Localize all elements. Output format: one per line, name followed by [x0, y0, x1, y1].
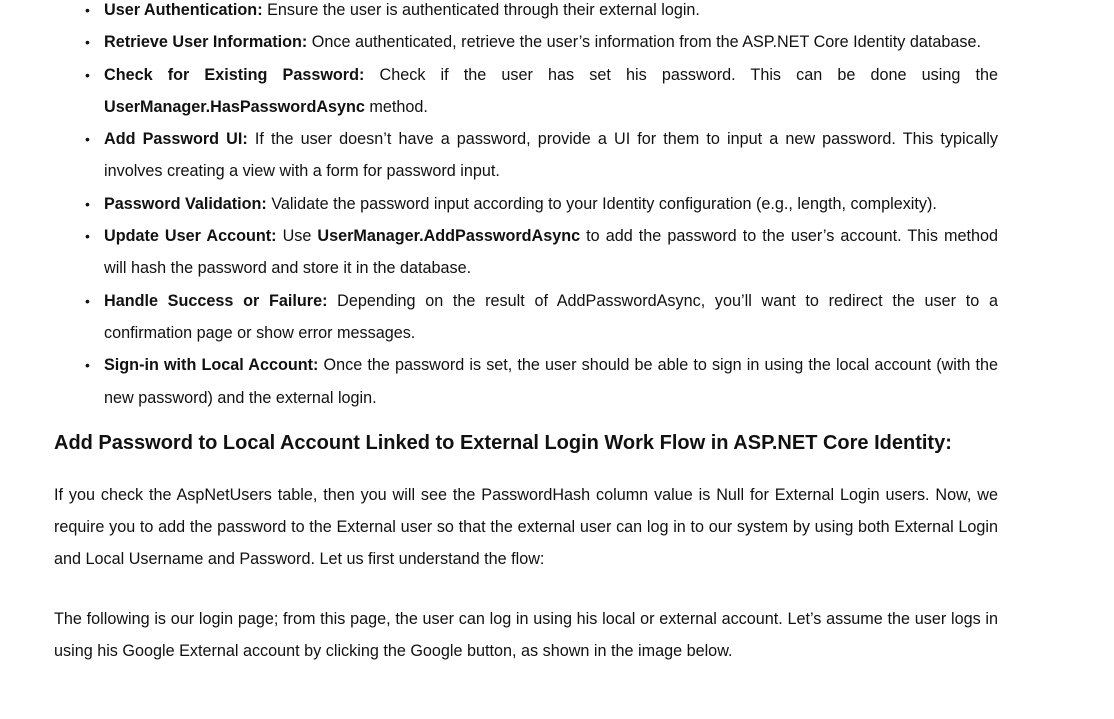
step-title: Add Password UI: — [104, 130, 248, 149]
list-item: • Handle Success or Failure: Depending o… — [54, 285, 998, 350]
list-item: • Check for Existing Password: Check if … — [54, 59, 998, 124]
step-title: Sign-in with Local Account: — [104, 356, 319, 375]
list-item: • User Authentication: Ensure the user i… — [54, 0, 998, 26]
method-name: UserManager.HasPasswordAsync — [104, 97, 365, 116]
paragraph-login-page: The following is our login page; from th… — [54, 609, 998, 661]
paragraph-aspnetusers: If you check the AspNetUsers table, then… — [54, 485, 998, 569]
step-text: Once authenticated, retrieve the user’s … — [307, 33, 981, 52]
bullet-icon: • — [85, 66, 90, 83]
article-content: • User Authentication: Ensure the user i… — [54, 0, 998, 667]
bullet-icon: • — [85, 195, 90, 212]
section-heading: Add Password to Local Account Linked to … — [54, 431, 952, 454]
step-title: Retrieve User Information: — [104, 33, 308, 52]
list-item: • Retrieve User Information: Once authen… — [54, 26, 998, 58]
list-item: • Sign-in with Local Account: Once the p… — [54, 349, 998, 414]
bullet-icon: • — [85, 357, 90, 374]
bullet-icon: • — [85, 2, 90, 18]
workflow-steps-list: • User Authentication: Ensure the user i… — [54, 0, 998, 414]
step-text: Ensure the user is authenticated through… — [262, 1, 700, 19]
step-text: Use — [276, 227, 318, 246]
list-item: • Add Password UI: If the user doesn’t h… — [54, 123, 998, 188]
step-text: Validate the password input according to… — [266, 194, 937, 213]
bullet-icon: • — [85, 131, 90, 148]
list-item: • Password Validation: Validate the pass… — [54, 188, 998, 220]
bullet-icon: • — [85, 292, 90, 309]
step-title: Check for Existing Password: — [104, 65, 365, 84]
step-text: Check if the user has set his password. … — [364, 65, 998, 84]
list-item: • Update User Account: Use UserManager.A… — [54, 220, 998, 285]
step-title: Password Validation: — [104, 194, 267, 213]
method-name: UserManager.AddPasswordAsync — [317, 227, 581, 246]
bullet-icon: • — [85, 34, 90, 51]
step-text-after: method. — [364, 97, 428, 116]
step-title: Handle Success or Failure: — [104, 291, 328, 310]
step-title: Update User Account: — [104, 227, 277, 246]
step-title: User Authentication: — [104, 1, 263, 19]
bullet-icon: • — [85, 228, 90, 245]
